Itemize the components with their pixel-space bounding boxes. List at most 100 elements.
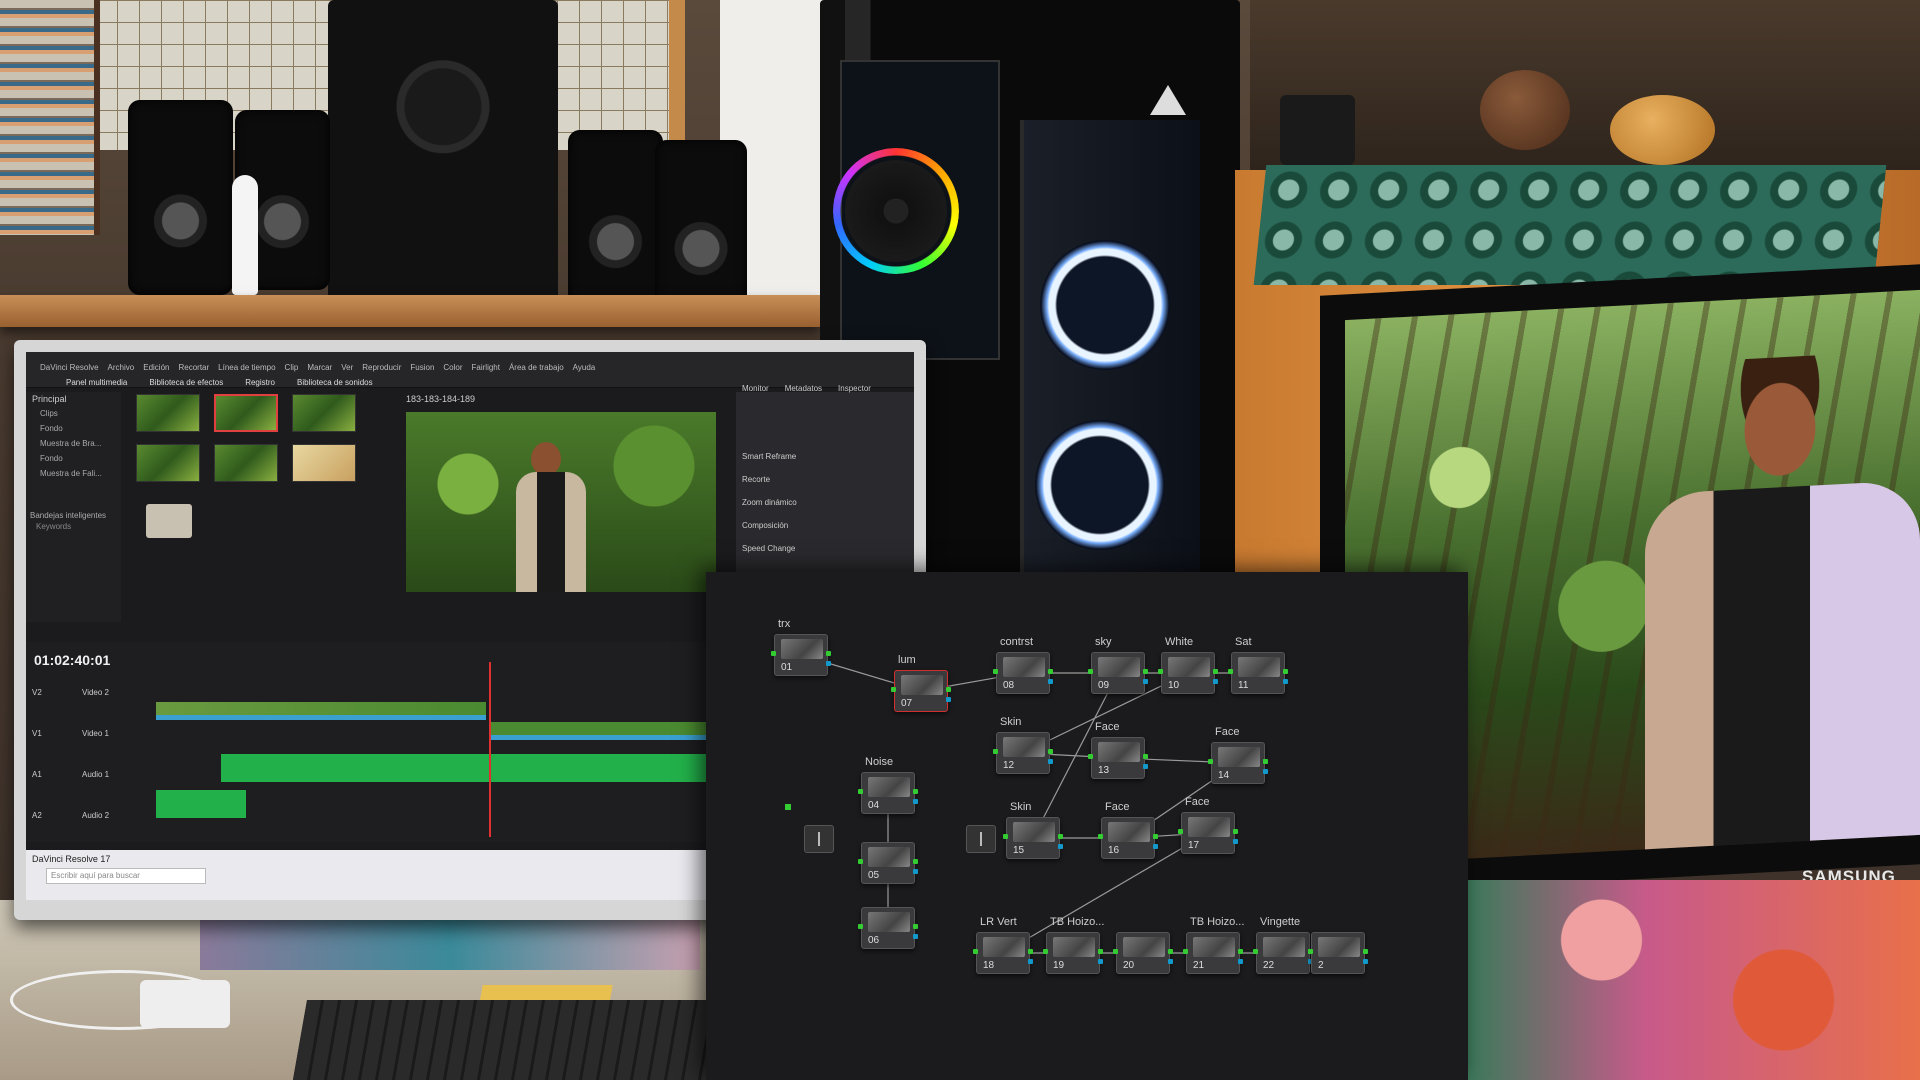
color-node[interactable]: 21 (1183, 932, 1243, 974)
node-input-pin[interactable] (1208, 759, 1213, 764)
node-key-pin[interactable] (1048, 759, 1053, 764)
node-output-pin[interactable] (913, 859, 918, 864)
color-node[interactable]: 22 (1253, 932, 1313, 974)
node-key-pin[interactable] (1238, 959, 1243, 964)
node-key-pin[interactable] (913, 934, 918, 939)
folder-icon[interactable] (146, 504, 192, 538)
node-key-pin[interactable] (826, 661, 831, 666)
toolbar-button[interactable]: Biblioteca de efectos (149, 378, 223, 387)
node-key-pin[interactable] (1098, 959, 1103, 964)
node-output-pin[interactable] (1143, 669, 1148, 674)
node-output-pin[interactable] (946, 687, 951, 692)
node-key-pin[interactable] (1143, 679, 1148, 684)
node-key-pin[interactable] (1058, 844, 1063, 849)
node-output-pin[interactable] (826, 651, 831, 656)
menu-item[interactable]: Área de trabajo (509, 363, 564, 372)
node-key-pin[interactable] (1263, 769, 1268, 774)
input-pin[interactable] (785, 804, 791, 810)
node-input-pin[interactable] (1308, 949, 1313, 954)
node-key-pin[interactable] (1233, 839, 1238, 844)
inspector-section[interactable]: Smart Reframe (742, 452, 797, 461)
color-node[interactable]: 12 (993, 732, 1053, 774)
toolbar-button[interactable]: Panel multimedia (66, 378, 127, 387)
clip-thumb[interactable] (292, 444, 356, 482)
clip-thumb[interactable] (136, 444, 200, 482)
node-key-pin[interactable] (1048, 679, 1053, 684)
node-input-pin[interactable] (993, 749, 998, 754)
track-label[interactable]: A1 (32, 770, 82, 779)
color-node[interactable]: 07 (891, 670, 951, 712)
node-key-pin[interactable] (913, 799, 918, 804)
menu-item[interactable]: Archivo (108, 363, 135, 372)
node-input-pin[interactable] (891, 687, 896, 692)
bin-item[interactable]: Fondo (26, 451, 121, 466)
node-input-pin[interactable] (858, 859, 863, 864)
bin-item[interactable]: Fondo (26, 421, 121, 436)
node-input-pin[interactable] (993, 669, 998, 674)
inspector-tab[interactable]: Metadatos (785, 384, 822, 393)
node-output-pin[interactable] (1048, 669, 1053, 674)
color-node[interactable]: 04 (858, 772, 918, 814)
parallel-mixer-left[interactable] (804, 825, 834, 853)
color-node[interactable]: 10 (1158, 652, 1218, 694)
color-node[interactable]: 11 (1228, 652, 1288, 694)
node-output-pin[interactable] (1263, 759, 1268, 764)
color-node[interactable]: 09 (1088, 652, 1148, 694)
inspector-section[interactable]: Zoom dinámico (742, 498, 797, 507)
bin-item[interactable]: Clips (26, 406, 121, 421)
color-node[interactable]: 18 (973, 932, 1033, 974)
node-input-pin[interactable] (1098, 834, 1103, 839)
toolbar-button[interactable]: Registro (245, 378, 275, 387)
toolbar-button[interactable]: Biblioteca de sonidos (297, 378, 373, 387)
color-node[interactable]: 05 (858, 842, 918, 884)
menu-item[interactable]: Ver (341, 363, 353, 372)
menu-item[interactable]: Reproducir (362, 363, 401, 372)
audio-clip-a2[interactable] (156, 790, 246, 818)
node-output-pin[interactable] (1213, 669, 1218, 674)
node-input-pin[interactable] (1043, 949, 1048, 954)
bin-item[interactable]: Muestra de Fali... (26, 466, 121, 481)
color-node[interactable]: 06 (858, 907, 918, 949)
node-input-pin[interactable] (1228, 669, 1233, 674)
color-node[interactable]: 17 (1178, 812, 1238, 854)
menu-item[interactable]: Clip (285, 363, 299, 372)
node-input-pin[interactable] (771, 651, 776, 656)
color-node[interactable]: 13 (1088, 737, 1148, 779)
node-input-pin[interactable] (858, 924, 863, 929)
node-input-pin[interactable] (858, 789, 863, 794)
node-output-pin[interactable] (1153, 834, 1158, 839)
node-key-pin[interactable] (1143, 764, 1148, 769)
node-input-pin[interactable] (1253, 949, 1258, 954)
node-output-pin[interactable] (1283, 669, 1288, 674)
node-input-pin[interactable] (1088, 754, 1093, 759)
node-output-pin[interactable] (1098, 949, 1103, 954)
menu-item[interactable]: Línea de tiempo (218, 363, 275, 372)
node-input-pin[interactable] (1003, 834, 1008, 839)
node-key-pin[interactable] (1213, 679, 1218, 684)
parallel-mixer-right[interactable] (966, 825, 996, 853)
playhead[interactable] (489, 662, 491, 837)
node-output-pin[interactable] (1168, 949, 1173, 954)
clip-thumb[interactable] (136, 394, 200, 432)
clip-thumb-selected[interactable] (214, 394, 278, 432)
node-output-pin[interactable] (1028, 949, 1033, 954)
node-output-pin[interactable] (1238, 949, 1243, 954)
node-output-pin[interactable] (913, 924, 918, 929)
track-label[interactable]: V1 (32, 729, 82, 738)
inspector-section[interactable]: Composición (742, 521, 797, 530)
node-output-pin[interactable] (1363, 949, 1368, 954)
node-input-pin[interactable] (1178, 829, 1183, 834)
color-node[interactable]: 08 (993, 652, 1053, 694)
inspector-section[interactable]: Recorte (742, 475, 797, 484)
node-input-pin[interactable] (1113, 949, 1118, 954)
color-node[interactable]: 16 (1098, 817, 1158, 859)
node-input-pin[interactable] (1158, 669, 1163, 674)
node-key-pin[interactable] (1363, 959, 1368, 964)
node-key-pin[interactable] (1028, 959, 1033, 964)
menu-item[interactable]: Fusion (410, 363, 434, 372)
menu-item[interactable]: Ayuda (573, 363, 596, 372)
color-node[interactable]: 01 (771, 634, 831, 676)
node-output-pin[interactable] (1233, 829, 1238, 834)
menu-item[interactable]: DaVinci Resolve (40, 363, 99, 372)
menu-item[interactable]: Color (443, 363, 462, 372)
